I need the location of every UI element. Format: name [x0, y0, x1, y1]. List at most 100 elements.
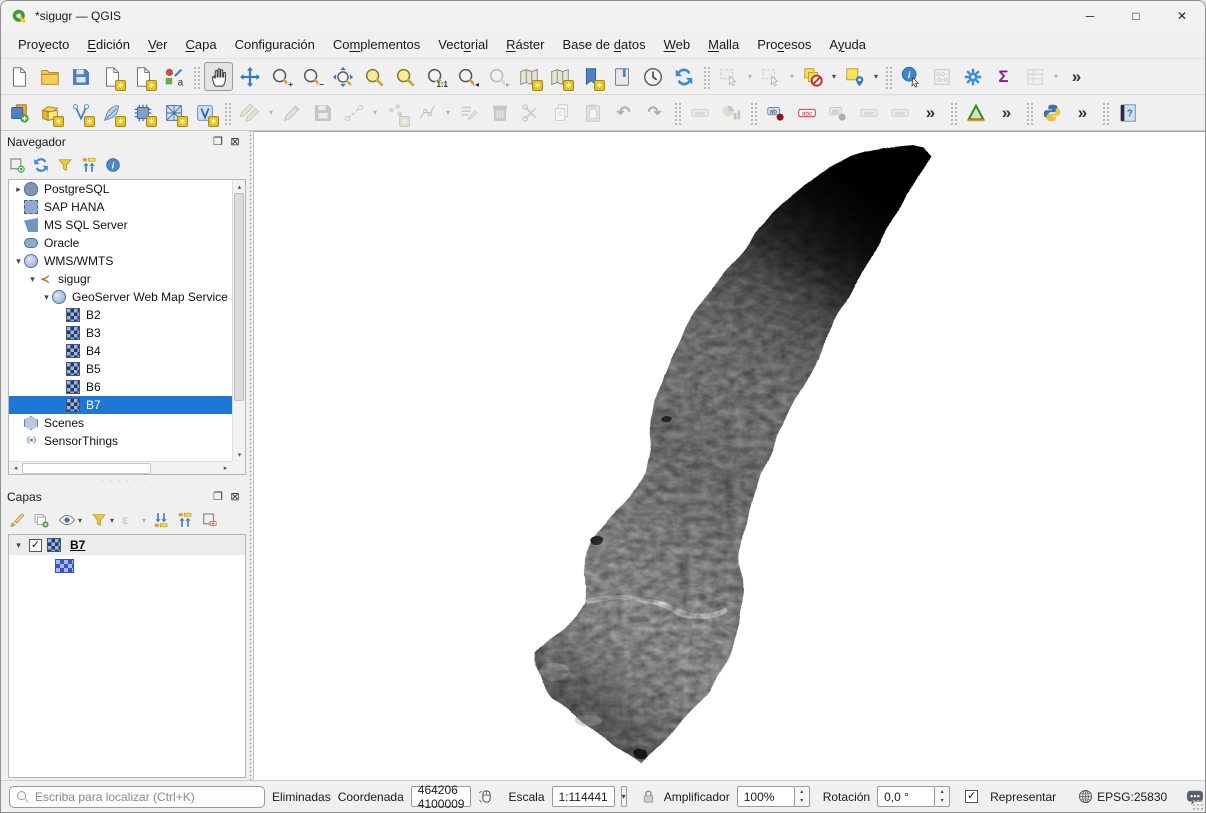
menu-complementos[interactable]: Complementos	[324, 33, 429, 56]
filter-legend-button[interactable]: ▾	[86, 509, 116, 531]
lock-scale-icon[interactable]	[640, 788, 657, 805]
browser-item-b3[interactable]: B3	[9, 324, 232, 342]
map-canvas[interactable]	[253, 131, 1205, 780]
coordinate-label[interactable]: Coordenada	[338, 790, 404, 804]
browser-item-b6[interactable]: B6	[9, 378, 232, 396]
browser-item-b4[interactable]: B4	[9, 342, 232, 360]
browser-hscrollbar[interactable]: ◂ ▸	[9, 461, 232, 474]
temporal-controller-button[interactable]	[638, 62, 667, 91]
menu-capa[interactable]: Capa	[176, 33, 225, 56]
expander-icon[interactable]: ▾	[13, 252, 24, 270]
menu-configuraci-n[interactable]: Configuración	[226, 33, 324, 56]
scroll-left-icon[interactable]: ◂	[9, 462, 22, 475]
rotation-down-button[interactable]: ▾	[935, 797, 949, 807]
browser-add-selected-layers-button[interactable]	[6, 154, 28, 176]
browser-filter-button[interactable]	[54, 154, 76, 176]
python-console-button[interactable]	[1037, 98, 1066, 127]
browser-close-button[interactable]: ⊠	[228, 135, 242, 149]
magnifier-up-button[interactable]: ▴	[795, 787, 809, 797]
zoom-last-button[interactable]: ◂	[452, 62, 481, 91]
pan-map-button[interactable]	[204, 62, 233, 91]
layers-close-button[interactable]: ⊠	[228, 490, 242, 504]
toolbar-overflow-button[interactable]: »	[1062, 62, 1091, 91]
browser-properties-button[interactable]	[102, 154, 124, 176]
maximize-button[interactable]: □	[1113, 1, 1159, 31]
browser-item-postgresql[interactable]: ▸PostgreSQL	[9, 180, 232, 198]
browser-item-b5[interactable]: B5	[9, 360, 232, 378]
browser-item-b2[interactable]: B2	[9, 306, 232, 324]
grass-overflow-button[interactable]: »	[992, 98, 1021, 127]
menu-ayuda[interactable]: Ayuda	[820, 33, 875, 56]
layer-item-b7[interactable]: ▾ ✓ B7	[9, 535, 245, 555]
new-3d-map-view-button[interactable]: ∗	[545, 62, 574, 91]
crs-status[interactable]: EPSG:25830	[1077, 788, 1167, 805]
menu-malla[interactable]: Malla	[699, 33, 748, 56]
label-highlight-button[interactable]	[792, 98, 821, 127]
browser-item-wms-wmts[interactable]: ▾WMS/WMTS	[9, 252, 232, 270]
new-virtual-layer-button[interactable]: ∗	[190, 98, 219, 127]
scroll-up-icon[interactable]: ▴	[233, 180, 246, 193]
select-by-location-button[interactable]: ▾	[840, 62, 880, 91]
browser-item-b7[interactable]: B7	[9, 396, 232, 414]
browser-item-sigugr[interactable]: ▾≺sigugr	[9, 270, 232, 288]
magnifier-value[interactable]: 100%	[737, 786, 795, 807]
browser-refresh-button[interactable]	[30, 154, 52, 176]
refresh-map-button[interactable]	[669, 62, 698, 91]
add-group-button[interactable]	[30, 509, 52, 531]
pan-to-selection-button[interactable]	[235, 62, 264, 91]
zoom-out-button[interactable]: −	[297, 62, 326, 91]
scale-value[interactable]: 1:114441	[552, 786, 615, 807]
browser-float-button[interactable]: ❐	[211, 135, 225, 149]
vscroll-thumb[interactable]	[234, 193, 244, 401]
browser-item-oracle[interactable]: Oracle	[9, 234, 232, 252]
menu-edici-n[interactable]: Edición	[78, 33, 139, 56]
menu-web[interactable]: Web	[655, 33, 700, 56]
menu-r-ster[interactable]: Ráster	[497, 33, 553, 56]
browser-item-sap-hana[interactable]: SAP HANA	[9, 198, 232, 216]
new-spatialite-layer-button[interactable]: ∗	[97, 98, 126, 127]
menu-ver[interactable]: Ver	[139, 33, 177, 56]
coordinate-value[interactable]: 464206 4100009	[411, 786, 472, 807]
browser-item-scenes[interactable]: Scenes	[9, 414, 232, 432]
processing-toolbox-button[interactable]	[958, 62, 987, 91]
style-manager-button[interactable]	[159, 62, 188, 91]
identify-features-button[interactable]	[896, 62, 925, 91]
zoom-in-button[interactable]: +	[266, 62, 295, 91]
new-shapefile-layer-button[interactable]: ∗	[66, 98, 95, 127]
expander-icon[interactable]: ▾	[41, 288, 52, 306]
menu-proyecto[interactable]: Proyecto	[9, 33, 78, 56]
magnifier-down-button[interactable]: ▾	[795, 797, 809, 807]
minimize-button[interactable]: ─	[1067, 1, 1113, 31]
scale-dropdown-button[interactable]: ▾	[621, 786, 627, 807]
rotation-up-button[interactable]: ▴	[935, 787, 949, 797]
zoom-to-layer-button[interactable]	[390, 62, 419, 91]
menu-procesos[interactable]: Procesos	[748, 33, 820, 56]
close-button[interactable]: ✕	[1159, 1, 1205, 31]
label-overflow-button[interactable]: »	[916, 98, 945, 127]
browser-item-geoserver-web-map-service[interactable]: ▾GeoServer Web Map Service	[9, 288, 232, 306]
show-spatial-bookmarks-button[interactable]	[607, 62, 636, 91]
expander-icon[interactable]: ▾	[27, 270, 38, 288]
expander-icon[interactable]: ▸	[13, 180, 24, 198]
browser-item-ms-sql-server[interactable]: MS SQL Server	[9, 216, 232, 234]
deselect-features-button[interactable]: ▾	[798, 62, 838, 91]
grass-tools-button[interactable]	[961, 98, 990, 127]
menu-vectorial[interactable]: Vectorial	[429, 33, 497, 56]
labeling-toolbar-button[interactable]	[761, 98, 790, 127]
scroll-right-icon[interactable]: ▸	[219, 462, 232, 475]
zoom-full-button[interactable]	[328, 62, 357, 91]
panel-splitter[interactable]: · · · · · ·	[1, 477, 248, 486]
new-temporary-scratch-layer-button[interactable]: ∗	[128, 98, 157, 127]
statistical-summary-button[interactable]: Σ	[989, 62, 1018, 91]
resize-grip[interactable]	[1192, 799, 1204, 811]
browser-collapse-all-button[interactable]	[78, 154, 100, 176]
new-print-layout-button[interactable]: ∗	[97, 62, 126, 91]
new-project-button[interactable]	[4, 62, 33, 91]
remove-layer-button[interactable]	[198, 509, 220, 531]
open-project-button[interactable]	[35, 62, 64, 91]
expand-all-button[interactable]	[150, 509, 172, 531]
zoom-to-selection-button[interactable]	[359, 62, 388, 91]
collapse-all-button[interactable]	[174, 509, 196, 531]
render-checkbox[interactable]: ✓	[965, 790, 978, 803]
new-map-view-button[interactable]: ∗	[514, 62, 543, 91]
